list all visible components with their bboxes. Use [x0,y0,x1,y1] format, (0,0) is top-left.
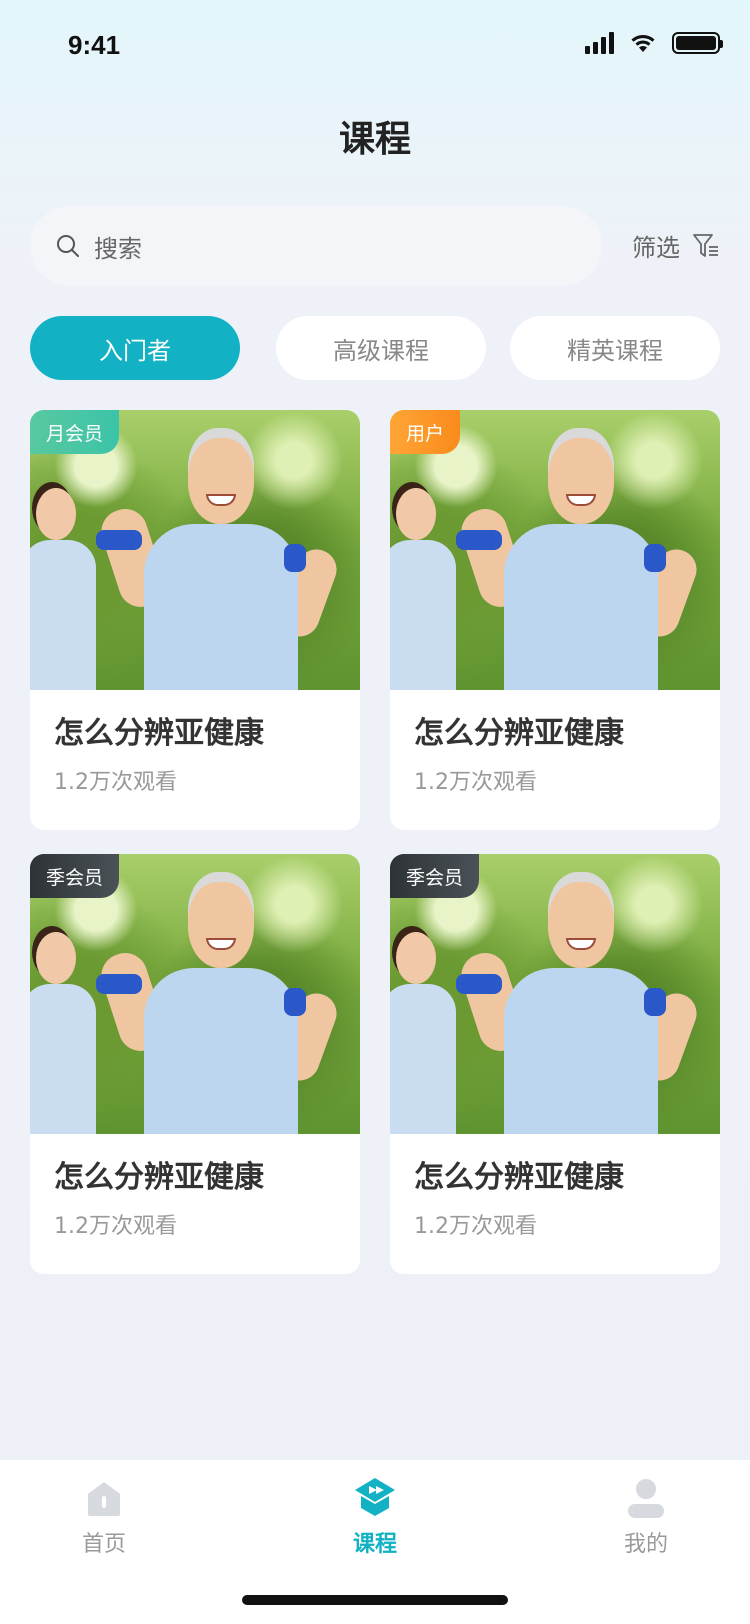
course-views: 1.2万次观看 [54,1214,177,1239]
tabbar-label: 首页 [81,1532,126,1557]
course-views: 1.2万次观看 [414,770,537,795]
course-views: 1.2万次观看 [54,770,177,795]
course-title: 怎么分辨亚健康 [414,1160,624,1195]
course-title: 怎么分辨亚健康 [414,716,624,751]
course-card[interactable]: 季会员 怎么分辨亚健康 1.2万次观看 [30,854,360,1274]
filter-icon [693,233,718,257]
course-thumbnail: 季会员 [30,854,360,1134]
search-input[interactable]: 搜索 [30,206,602,286]
course-level-tabs: 入门者 高级课程 精英课程 [30,316,720,380]
search-icon [57,235,79,257]
membership-badge: 季会员 [390,854,480,898]
home-icon [88,1482,120,1516]
course-thumbnail: 用户 [390,410,720,690]
wifi-icon [631,35,655,52]
page-title: 课程 [338,119,411,160]
course-card[interactable]: 用户 怎么分辨亚健康 1.2万次观看 [390,410,720,830]
home-indicator [242,1595,508,1605]
tabbar-label: 课程 [352,1532,397,1557]
search-placeholder: 搜索 [94,234,142,263]
profile-icon [628,1479,664,1518]
course-views: 1.2万次观看 [414,1214,537,1239]
filter-label: 筛选 [632,234,680,262]
tabbar-item-home[interactable]: 首页 [24,1470,184,1570]
tab-advanced[interactable]: 高级课程 [276,316,486,380]
status-bar: 9:41 [0,0,750,96]
tab-beginner[interactable]: 入门者 [30,316,240,380]
filter-button[interactable]: 筛选 [632,228,720,263]
course-title: 怎么分辨亚健康 [54,1160,264,1195]
course-title: 怎么分辨亚健康 [54,716,264,751]
tabbar-item-profile[interactable]: 我的 [566,1470,726,1570]
tabbar-item-course[interactable]: 课程 [295,1470,455,1570]
tabbar-label: 我的 [623,1532,668,1557]
status-time: 9:41 [68,30,121,60]
battery-icon [672,32,723,54]
course-card[interactable]: 月会员 怎么分辨亚健康 1.2万次观看 [30,410,360,830]
membership-badge: 用户 [390,410,461,454]
signal-icon [585,32,614,54]
membership-badge: 月会员 [30,410,120,454]
tab-elite[interactable]: 精英课程 [510,316,720,380]
course-card[interactable]: 季会员 怎么分辨亚健康 1.2万次观看 [390,854,720,1274]
course-thumbnail: 月会员 [30,410,360,690]
course-thumbnail: 季会员 [390,854,720,1134]
status-icons [585,32,723,54]
course-icon [355,1478,395,1516]
membership-badge: 季会员 [30,854,120,898]
